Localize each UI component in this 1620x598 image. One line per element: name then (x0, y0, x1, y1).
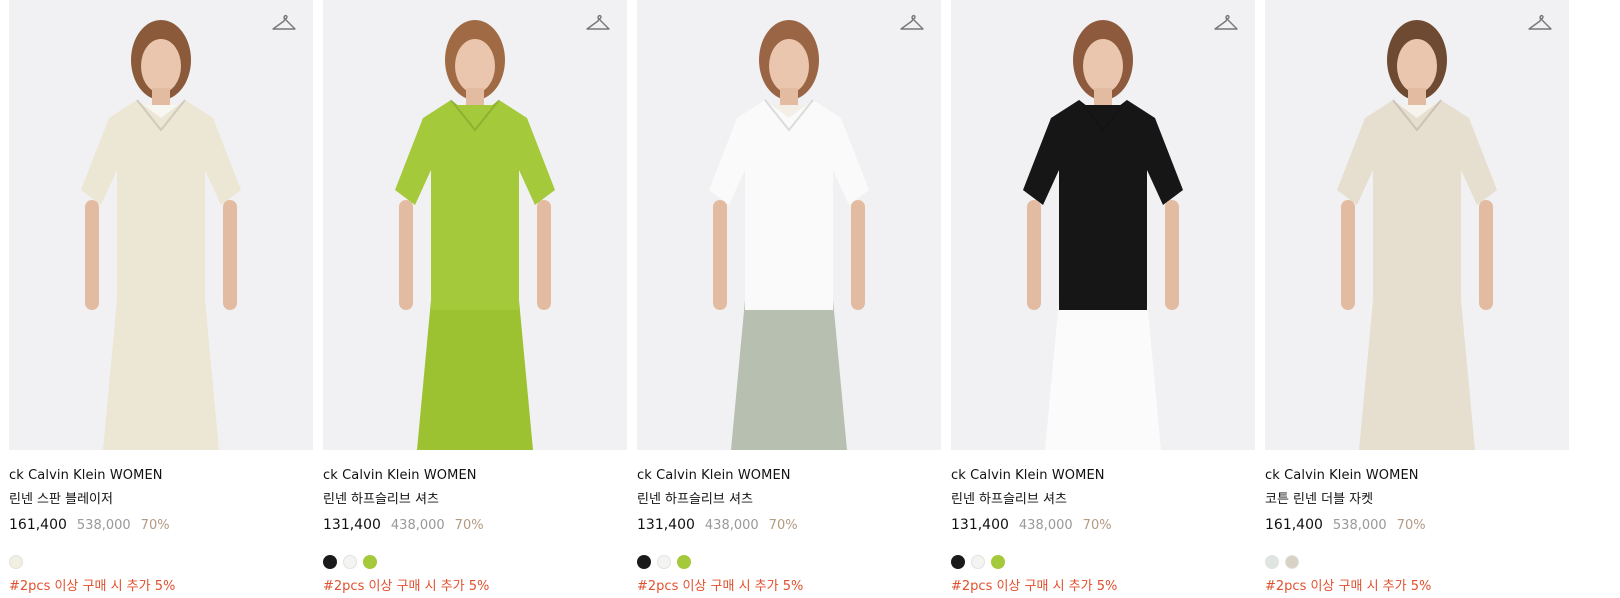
model-figure (1023, 20, 1183, 450)
sale-price: 131,400 (323, 517, 381, 533)
color-swatches (637, 555, 941, 569)
original-price: 438,000 (704, 518, 759, 533)
color-swatches (9, 555, 313, 569)
product-card[interactable]: ck Calvin Klein WOMEN 린넨 하프슬리브 셔츠 131,400 4… (323, 0, 627, 595)
product-card[interactable]: ck Calvin Klein WOMEN 코튼 린넨 더블 자켓 161,400 5… (1265, 0, 1569, 595)
color-swatch[interactable] (363, 555, 377, 569)
hanger-icon[interactable] (585, 12, 611, 34)
original-price: 538,000 (1332, 518, 1387, 533)
hanger-icon[interactable] (899, 12, 925, 34)
brand-name[interactable]: ck Calvin Klein WOMEN (637, 468, 941, 484)
color-swatch[interactable] (657, 555, 671, 569)
sale-price: 161,400 (9, 517, 67, 533)
color-swatch[interactable] (343, 555, 357, 569)
color-swatches (323, 555, 627, 569)
product-image[interactable] (9, 0, 313, 450)
color-swatch[interactable] (9, 555, 23, 569)
color-swatch[interactable] (637, 555, 651, 569)
discount-rate: 70% (1082, 518, 1112, 533)
color-swatch[interactable] (1265, 555, 1279, 569)
product-name[interactable]: 린넨 하프슬리브 셔츠 (323, 492, 627, 508)
brand-name[interactable]: ck Calvin Klein WOMEN (951, 468, 1255, 484)
price-row: 161,400 538,000 70% (1265, 516, 1569, 535)
discount-rate: 70% (768, 518, 798, 533)
sale-price: 131,400 (951, 517, 1009, 533)
color-swatch[interactable] (323, 555, 337, 569)
product-card[interactable]: ck Calvin Klein WOMEN 린넨 하프슬리브 셔츠 131,400 4… (951, 0, 1255, 595)
promo-text: #2pcs 이상 구매 시 추가 5% (9, 579, 176, 594)
color-swatch[interactable] (1285, 555, 1299, 569)
product-name[interactable]: 린넨 스판 블레이저 (9, 492, 313, 508)
product-image[interactable] (951, 0, 1255, 450)
product-image[interactable] (1265, 0, 1569, 450)
promo-text: #2pcs 이상 구매 시 추가 5% (637, 579, 804, 594)
color-swatch[interactable] (971, 555, 985, 569)
product-name[interactable]: 린넨 하프슬리브 셔츠 (951, 492, 1255, 508)
product-name[interactable]: 린넨 하프슬리브 셔츠 (637, 492, 941, 508)
sale-price: 131,400 (637, 517, 695, 533)
discount-rate: 70% (454, 518, 484, 533)
product-grid: ck Calvin Klein WOMEN 린넨 스판 블레이저 161,400 53… (0, 0, 1620, 598)
sale-price: 161,400 (1265, 517, 1323, 533)
brand-name[interactable]: ck Calvin Klein WOMEN (9, 468, 313, 484)
price-row: 131,400 438,000 70% (323, 516, 627, 535)
model-figure (81, 20, 241, 450)
discount-rate: 70% (1396, 518, 1426, 533)
price-row: 131,400 438,000 70% (951, 516, 1255, 535)
original-price: 438,000 (1018, 518, 1073, 533)
original-price: 538,000 (76, 518, 131, 533)
color-swatches (951, 555, 1255, 569)
model-figure (1337, 20, 1497, 450)
product-image[interactable] (323, 0, 627, 450)
price-row: 161,400 538,000 70% (9, 516, 313, 535)
model-figure (709, 20, 869, 450)
product-name[interactable]: 코튼 린넨 더블 자켓 (1265, 492, 1569, 508)
promo-text: #2pcs 이상 구매 시 추가 5% (1265, 579, 1432, 594)
original-price: 438,000 (390, 518, 445, 533)
hanger-icon[interactable] (271, 12, 297, 34)
hanger-icon[interactable] (1213, 12, 1239, 34)
color-swatch[interactable] (677, 555, 691, 569)
brand-name[interactable]: ck Calvin Klein WOMEN (323, 468, 627, 484)
model-figure (395, 20, 555, 450)
promo-text: #2pcs 이상 구매 시 추가 5% (951, 579, 1118, 594)
product-card[interactable]: ck Calvin Klein WOMEN 린넨 스판 블레이저 161,400 53… (9, 0, 313, 595)
price-row: 131,400 438,000 70% (637, 516, 941, 535)
color-swatches (1265, 555, 1569, 569)
product-image[interactable] (637, 0, 941, 450)
color-swatch[interactable] (951, 555, 965, 569)
discount-rate: 70% (140, 518, 170, 533)
brand-name[interactable]: ck Calvin Klein WOMEN (1265, 468, 1569, 484)
hanger-icon[interactable] (1527, 12, 1553, 34)
color-swatch[interactable] (991, 555, 1005, 569)
promo-text: #2pcs 이상 구매 시 추가 5% (323, 579, 490, 594)
product-card[interactable]: ck Calvin Klein WOMEN 린넨 하프슬리브 셔츠 131,400 4… (637, 0, 941, 595)
